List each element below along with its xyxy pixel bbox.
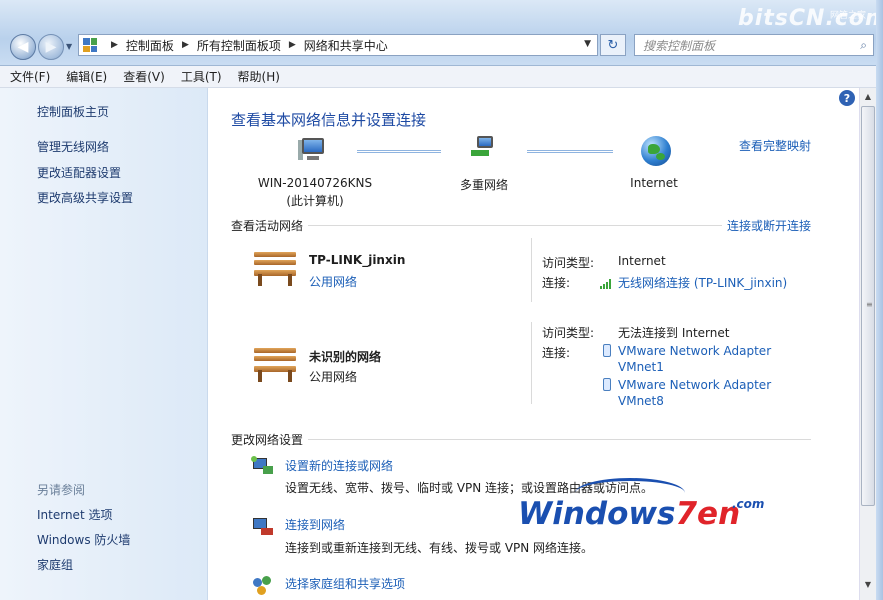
- vmnet8-text-b: VMnet8: [618, 394, 664, 408]
- sidebar-link-wireless[interactable]: 管理无线网络: [37, 138, 109, 155]
- wireless-connection-text: 无线网络连接 (TP-LINK_jinxin): [618, 276, 788, 290]
- help-button[interactable]: ?: [839, 90, 855, 106]
- help-icon: ?: [843, 91, 851, 105]
- refresh-icon: ↻: [607, 37, 619, 53]
- forward-button[interactable]: ▶: [38, 34, 64, 60]
- homegroup-options-link[interactable]: 选择家庭组和共享选项: [285, 575, 405, 592]
- vmnet1-link[interactable]: VMware Network Adapter VMnet1: [618, 344, 771, 374]
- sidebar-link-firewall[interactable]: Windows 防火墙: [37, 531, 130, 548]
- map-connector: [357, 150, 441, 153]
- vertical-divider: [531, 238, 532, 302]
- scroll-up-icon[interactable]: ▲: [860, 88, 876, 104]
- network-adapter-icon: [603, 344, 611, 357]
- homegroup-icon: [251, 574, 275, 596]
- scroll-down-icon[interactable]: ▼: [860, 576, 876, 592]
- vmnet8-link[interactable]: VMware Network Adapter VMnet8: [618, 378, 771, 408]
- search-input[interactable]: 搜索控制面板 ⌕: [634, 34, 874, 56]
- connection-label: 连接:: [542, 346, 571, 360]
- internet-label: Internet: [630, 176, 678, 190]
- connect-network-icon: [251, 516, 275, 538]
- vertical-scrollbar[interactable]: ▲ ≡ ▼: [859, 88, 876, 600]
- bitscn-watermark-sub: 网管之家: [830, 11, 867, 21]
- vmnet1-text-b: VMnet1: [618, 360, 664, 374]
- menu-edit[interactable]: 编辑(E): [66, 68, 107, 85]
- back-button[interactable]: ◀: [10, 34, 36, 60]
- scrollbar-thumb[interactable]: ≡: [861, 106, 875, 506]
- watermark-text-b: 7en: [675, 496, 741, 532]
- vmnet8-text-a: VMware Network Adapter: [618, 378, 772, 392]
- access-type-label: 访问类型:: [542, 256, 595, 270]
- full-map-link[interactable]: 查看完整映射: [739, 137, 811, 154]
- multiple-networks-icon: [471, 136, 501, 162]
- see-also-title: 另请参阅: [37, 483, 86, 497]
- access-type-value: 无法连接到 Internet: [618, 326, 730, 340]
- vmnet1-text-a: VMware Network Adapter: [618, 344, 772, 358]
- title-bar: bitsCN.com 网管之家 ◀ ▶ ▼ ▶ 控制面板 ▶ 所有控制面板项 ▶…: [0, 0, 883, 66]
- computer-icon: [298, 138, 328, 164]
- public-network-bench-icon[interactable]: [250, 248, 300, 288]
- page-title: 查看基本网络信息并设置连接: [231, 111, 427, 129]
- recent-pages-dropdown[interactable]: ▼: [66, 42, 72, 51]
- public-network-bench-icon[interactable]: [250, 344, 300, 384]
- sidebar-link-adapter[interactable]: 更改适配器设置: [37, 164, 121, 181]
- network-name: 未识别的网络: [309, 350, 382, 364]
- computer-name: WIN-20140726KNS: [257, 176, 373, 190]
- watermark-text-a: Windows: [518, 496, 676, 532]
- address-bar[interactable]: ▶ 控制面板 ▶ 所有控制面板项 ▶ 网络和共享中心 ▼: [78, 34, 598, 56]
- chevron-right-icon: ▶: [288, 40, 296, 50]
- network-type-link[interactable]: 公用网络: [309, 273, 357, 290]
- address-dropdown-icon[interactable]: ▼: [584, 39, 591, 49]
- menu-bar: 文件(F) 编辑(E) 查看(V) 工具(T) 帮助(H): [0, 66, 883, 88]
- active-networks-title: 查看活动网络: [231, 219, 304, 233]
- sidebar-link-homegroup[interactable]: 家庭组: [37, 556, 73, 573]
- menu-help[interactable]: 帮助(H): [238, 68, 280, 85]
- connection-label: 连接:: [542, 276, 571, 290]
- sidebar-link-sharing[interactable]: 更改高级共享设置: [37, 189, 133, 206]
- chevron-right-icon: ▶: [181, 40, 189, 50]
- breadcrumb-control-panel[interactable]: 控制面板: [126, 37, 174, 54]
- section-divider: [308, 225, 722, 226]
- network-type: 公用网络: [309, 370, 358, 384]
- access-type-value: Internet: [618, 254, 666, 268]
- change-settings-title: 更改网络设置: [231, 433, 304, 447]
- breadcrumb-all-items[interactable]: 所有控制面板项: [197, 37, 281, 54]
- internet-globe-icon: [641, 136, 671, 166]
- breadcrumb-network-center[interactable]: 网络和共享中心: [304, 37, 388, 54]
- search-icon[interactable]: ⌕: [860, 38, 867, 53]
- chevron-right-icon: ▶: [111, 40, 118, 50]
- wifi-signal-icon: [600, 278, 614, 289]
- connect-to-network-desc: 连接到或重新连接到无线、有线、拨号或 VPN 网络连接。: [285, 541, 594, 555]
- computer-sub: (此计算机): [286, 194, 344, 208]
- sidebar-link-internet-options[interactable]: Internet 选项: [37, 506, 112, 523]
- connect-to-network-link[interactable]: 连接到网络: [285, 516, 345, 533]
- setup-connection-link[interactable]: 设置新的连接或网络: [285, 457, 393, 474]
- search-placeholder: 搜索控制面板: [643, 38, 716, 53]
- section-divider: [308, 439, 811, 440]
- network-name: TP-LINK_jinxin: [309, 253, 406, 267]
- map-connector: [527, 150, 613, 153]
- new-connection-icon: [251, 456, 275, 478]
- sidebar: 控制面板主页 管理无线网络 更改适配器设置 更改高级共享设置 另请参阅 Inte…: [0, 88, 208, 600]
- control-panel-icon: [83, 38, 97, 52]
- connect-disconnect-link[interactable]: 连接或断开连接: [727, 217, 811, 234]
- menu-file[interactable]: 文件(F): [10, 68, 50, 85]
- wireless-connection-link[interactable]: 无线网络连接 (TP-LINK_jinxin): [600, 274, 787, 291]
- window-frame-edge: [876, 0, 883, 600]
- multiple-networks-label: 多重网络: [459, 178, 508, 192]
- arrow-left-icon: ◀: [17, 39, 29, 55]
- network-adapter-icon: [603, 378, 611, 391]
- windows7en-watermark: Windows7en: [518, 496, 740, 532]
- access-type-label: 访问类型:: [542, 326, 595, 340]
- menu-tools[interactable]: 工具(T): [181, 68, 222, 85]
- menu-view[interactable]: 查看(V): [123, 68, 165, 85]
- vertical-divider: [531, 322, 532, 404]
- arrow-right-icon: ▶: [45, 39, 57, 55]
- refresh-button[interactable]: ↻: [600, 34, 626, 56]
- sidebar-link-home[interactable]: 控制面板主页: [37, 103, 109, 120]
- watermark-suffix: .com: [732, 497, 765, 511]
